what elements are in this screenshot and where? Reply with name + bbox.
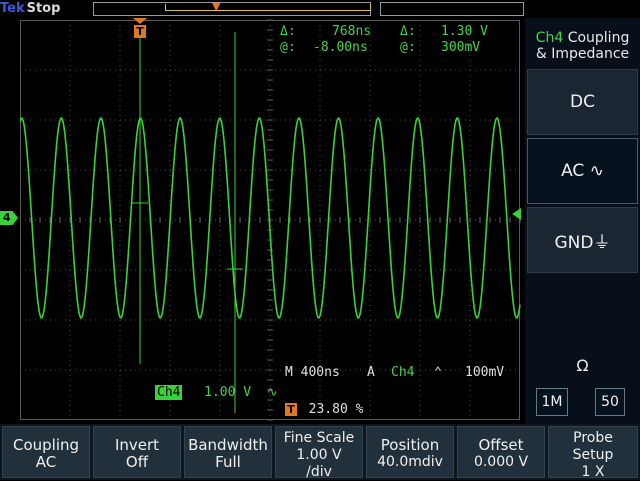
acquisition-status: Tek Stop (0, 1, 60, 16)
invert-menu-value: Off (125, 453, 149, 471)
offset-menu-value: 0.000 V (473, 454, 529, 470)
offset-menu-label: Offset (478, 436, 524, 454)
trigger-position-icon: T (285, 403, 297, 416)
bandwidth-menu-label: Bandwidth (188, 436, 268, 454)
fine-scale-menu-value: 1.00 V (296, 447, 342, 463)
side-menu-title: Ch4 Coupling & Impedance (525, 30, 640, 62)
invert-menu-label: Invert (114, 436, 160, 454)
bandwidth-menu-button[interactable]: Bandwidth Full (184, 426, 272, 478)
coupling-dc-button[interactable]: DC (527, 69, 638, 135)
ch4-scale: 1.00 V (204, 385, 252, 400)
coupling-menu-label: Coupling (12, 436, 80, 454)
ch4-ground-marker[interactable]: 4 (0, 211, 18, 225)
offset-menu-button[interactable]: Offset 0.000 V (457, 426, 545, 478)
invert-menu-button[interactable]: Invert Off (93, 426, 181, 478)
coupling-menu-button[interactable]: Coupling AC (2, 426, 90, 478)
position-menu-label: Position (380, 436, 440, 454)
waveform-display[interactable] (20, 18, 522, 424)
cursor-delta-v-label: Δ: (400, 24, 416, 39)
ch4-waveform-trace (20, 116, 521, 320)
position-menu-button[interactable]: Position 40.0mdiv (366, 426, 454, 478)
trigger-level-marker[interactable] (512, 208, 521, 220)
cursor-delta-t-value: 768ns (332, 24, 372, 39)
trigger-mode: A (367, 365, 375, 380)
cursor-at-t-label: @: (280, 40, 296, 55)
impedance-label: Ω (576, 356, 589, 375)
coupling-menu-value: AC (35, 453, 57, 471)
brand-logo: Tek (0, 1, 25, 16)
record-trigger-icon: ▼ (212, 0, 221, 13)
probe-menu-value: 1 X (581, 464, 605, 480)
cursor-at-v-label: @: (400, 40, 416, 55)
horizontal-scale[interactable]: M 400ns (285, 365, 340, 380)
trigger-level: 100mV (465, 365, 505, 380)
record-window-bracket (165, 4, 371, 11)
side-menu-title-line2: & Impedance (535, 46, 630, 62)
bottom-menu: Coupling AC Invert Off Bandwidth Full Fi… (0, 424, 640, 480)
trigger-position-readout[interactable]: T 23.80 % (285, 398, 363, 417)
fine-scale-menu-label: Fine Scale (283, 430, 355, 446)
probe-setup-menu-button[interactable]: Probe Setup 1 X (548, 426, 638, 480)
run-state: Stop (26, 1, 61, 16)
ch4-label: Ch4 (155, 385, 183, 400)
trigger-slope-icon: ⌃ (434, 365, 442, 380)
cursor-delta-v-value: 1.30 V (441, 24, 488, 39)
probe-menu-label2: Setup (572, 447, 614, 463)
probe-menu-label: Probe (573, 430, 613, 446)
fine-scale-menu-button[interactable]: Fine Scale 1.00 V /div (275, 426, 363, 480)
impedance-1m-button[interactable]: 1M (536, 388, 568, 416)
trigger-position-marker[interactable]: T (133, 18, 147, 42)
status-box (380, 2, 524, 16)
top-status-bar: Tek Stop ▼ (0, 0, 640, 18)
trigger-position-value: 23.80 % (308, 402, 364, 417)
side-menu-channel: Ch4 (535, 30, 564, 46)
trigger-source: Ch4 (391, 365, 415, 380)
cursor-delta-t-label: Δ: (280, 24, 296, 39)
coupling-gnd-button[interactable]: GND⏚ (527, 207, 638, 273)
trigger-marker-label: T (134, 25, 146, 38)
position-menu-value: 40.0mdiv (377, 454, 443, 470)
bandwidth-menu-value: Full (215, 453, 241, 471)
impedance-50-button[interactable]: 50 (595, 388, 625, 416)
side-menu-title-text: Coupling (567, 30, 630, 46)
ch4-coupling-icon: ∿ (266, 385, 278, 400)
ch4-readout[interactable]: Ch4 1.00 V ∿ (155, 381, 278, 400)
fine-scale-menu-unit: /div (306, 464, 332, 480)
ch4-marker-label: 4 (3, 211, 11, 224)
cursor-at-v-value: 300mV (441, 40, 481, 55)
cursor-at-t-value: -8.00ns (313, 40, 368, 55)
coupling-ac-button[interactable]: AC ∿ (527, 138, 638, 204)
side-menu: Ch4 Coupling & Impedance DC AC ∿ GND⏚ Ω … (525, 18, 640, 424)
